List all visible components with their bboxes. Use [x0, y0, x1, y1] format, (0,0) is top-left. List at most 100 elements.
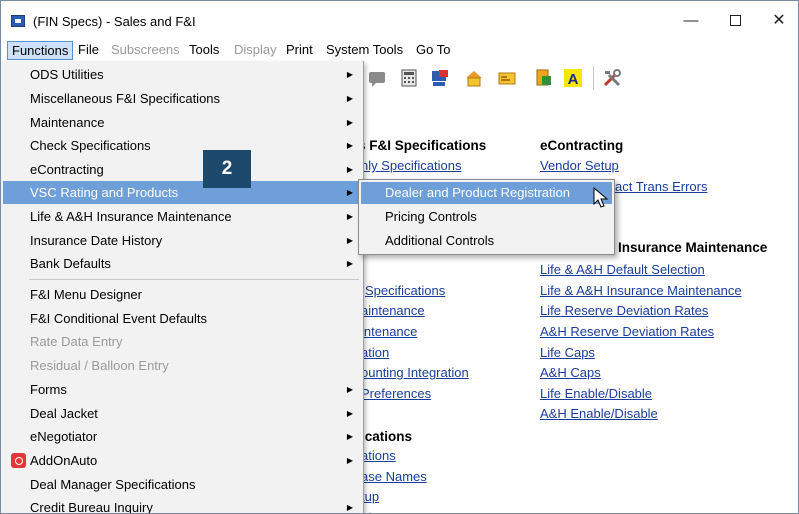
link-maintenance-a[interactable]: aintenance — [361, 303, 425, 318]
vsc-submenu: Dealer and Product Registration Pricing … — [358, 179, 615, 255]
functions-dropdown-menu: ODS Utilities ▶ Miscellaneous F&I Specifi… — [1, 61, 364, 514]
link-setup-b[interactable]: etup — [361, 509, 386, 513]
menu-item-insurance-date-history[interactable]: Insurance Date History ▶ — [3, 229, 361, 252]
link-accounting-integration[interactable]: ounting Integration — [361, 365, 469, 380]
submenu-item-dealer-and-product-registration[interactable]: Dealer and Product Registration — [361, 182, 612, 204]
link-vendor-setup[interactable]: Vendor Setup — [540, 158, 619, 173]
minimize-button[interactable]: — — [677, 9, 705, 33]
menu-item-forms[interactable]: Forms ▶ — [3, 378, 361, 401]
menu-item-life-ah-insurance-maintenance[interactable]: Life & A&H Insurance Maintenance ▶ — [3, 205, 361, 228]
font-highlight-icon[interactable]: A — [563, 68, 583, 88]
link-life-reserve-deviation-rates[interactable]: Life Reserve Deviation Rates — [540, 303, 708, 318]
chat-icon[interactable] — [367, 68, 387, 88]
menu-item-label: Deal Jacket — [30, 406, 98, 421]
submenu-arrow-icon: ▶ — [346, 212, 353, 221]
link-ah-caps[interactable]: A&H Caps — [540, 365, 601, 380]
submenu-arrow-icon: ▶ — [346, 94, 353, 103]
link-life-caps[interactable]: Life Caps — [540, 345, 595, 360]
menu-item-fi-conditional-event-defaults[interactable]: F&I Conditional Event Defaults — [3, 307, 361, 330]
submenu-arrow-icon: ▶ — [346, 503, 353, 512]
menu-print[interactable]: Print — [282, 41, 317, 60]
title-bar: (FIN Specs) - Sales and F&I — ✕ — [1, 1, 798, 39]
flag-icon[interactable] — [430, 68, 450, 88]
link-specifications[interactable]: Specifications — [365, 283, 445, 298]
menu-subscreens[interactable]: Subscreens — [107, 41, 184, 60]
menu-item-label: Life & A&H Insurance Maintenance — [30, 209, 232, 224]
link-only-specifications[interactable]: nly Specifications — [361, 158, 461, 173]
submenu-item-pricing-controls[interactable]: Pricing Controls — [361, 206, 612, 228]
step-number-badge: 2 — [203, 150, 251, 188]
card-icon[interactable] — [497, 68, 517, 88]
submenu-arrow-icon: ▶ — [346, 236, 353, 245]
menu-bar: Functions File Subscreens Tools Display … — [1, 39, 798, 61]
link-preferences[interactable]: Preferences — [361, 386, 431, 401]
menu-go-to[interactable]: Go To — [412, 41, 454, 60]
calculator-icon[interactable] — [399, 68, 419, 88]
link-maintenance-b[interactable]: intenance — [361, 324, 417, 339]
menu-functions[interactable]: Functions — [7, 41, 74, 60]
menu-item-fi-menu-designer[interactable]: F&I Menu Designer — [3, 283, 361, 306]
home-icon[interactable] — [464, 68, 484, 88]
menu-item-vsc-rating-and-products[interactable]: VSC Rating and Products ▶ — [3, 181, 361, 204]
submenu-arrow-icon: ▶ — [346, 188, 353, 197]
menu-file[interactable]: File — [74, 41, 103, 60]
menu-item-misc-fi-specifications[interactable]: Miscellaneous F&I Specifications ▶ — [3, 87, 361, 110]
menu-system-tools[interactable]: System Tools — [322, 41, 407, 60]
addonauto-icon — [11, 453, 26, 468]
menu-item-label: Forms — [30, 382, 67, 397]
menu-item-addonauto[interactable]: AddOnAuto ▶ — [3, 449, 361, 472]
svg-text:A: A — [568, 71, 579, 88]
menu-item-enegotiator[interactable]: eNegotiator ▶ — [3, 425, 361, 448]
mouse-pointer-icon — [593, 187, 609, 208]
link-life-ah-default-selection[interactable]: Life & A&H Default Selection — [540, 262, 705, 277]
menu-item-label: VSC Rating and Products — [30, 185, 179, 200]
submenu-arrow-icon: ▶ — [346, 141, 353, 150]
menu-item-credit-bureau-inquiry[interactable]: Credit Bureau Inquiry ▶ — [3, 496, 361, 514]
menu-item-label: Insurance Date History — [30, 233, 163, 248]
menu-item-bank-defaults[interactable]: Bank Defaults ▶ — [3, 252, 361, 275]
document-icon[interactable] — [533, 68, 553, 88]
menu-item-label: Check Specifications — [30, 138, 151, 153]
menu-item-label: Maintenance — [30, 115, 105, 130]
link-life-enable-disable[interactable]: Life Enable/Disable — [540, 386, 652, 401]
link-ah-enable-disable[interactable]: A&H Enable/Disable — [540, 406, 658, 421]
link-life-ah-insurance-maintenance[interactable]: Life & A&H Insurance Maintenance — [540, 283, 742, 298]
link-contract-trans-errors[interactable]: act Trans Errors — [615, 179, 707, 194]
menu-item-label: ODS Utilities — [30, 67, 104, 82]
menu-separator — [29, 279, 359, 280]
menu-item-label: Credit Bureau Inquiry — [30, 500, 153, 514]
menu-item-ods-utilities[interactable]: ODS Utilities ▶ — [3, 63, 361, 86]
link-lease-names[interactable]: ase Names — [361, 469, 427, 484]
app-icon — [11, 15, 25, 27]
menu-item-rate-data-entry: Rate Data Entry — [30, 334, 123, 349]
submenu-arrow-icon: ▶ — [346, 118, 353, 127]
maximize-button[interactable] — [721, 9, 749, 33]
tools-icon[interactable] — [602, 68, 622, 88]
window-title: (FIN Specs) - Sales and F&I — [33, 14, 196, 29]
link-ations[interactable]: ations — [361, 448, 396, 463]
heading-insurance-maintenance: Insurance Maintenance — [618, 240, 768, 255]
menu-item-check-specifications[interactable]: Check Specifications ▶ — [3, 134, 361, 157]
menu-item-econtracting[interactable]: eContracting ▶ — [3, 158, 361, 181]
heading-econtracting: eContracting — [540, 138, 624, 153]
close-button[interactable]: ✕ — [765, 9, 793, 33]
submenu-arrow-icon: ▶ — [346, 259, 353, 268]
link-ah-reserve-deviation-rates[interactable]: A&H Reserve Deviation Rates — [540, 324, 714, 339]
menu-item-residual-balloon-entry: Residual / Balloon Entry — [30, 358, 169, 373]
menu-display[interactable]: Display — [230, 41, 281, 60]
submenu-arrow-icon: ▶ — [346, 70, 353, 79]
menu-item-deal-jacket[interactable]: Deal Jacket ▶ — [3, 402, 361, 425]
menu-item-label: Bank Defaults — [30, 256, 111, 271]
menu-item-maintenance[interactable]: Maintenance ▶ — [3, 111, 361, 134]
link-ation[interactable]: ation — [361, 345, 389, 360]
menu-item-label: AddOnAuto — [30, 453, 98, 468]
heading-applications: ications — [361, 429, 413, 444]
heading-misc-fi-specs: s F&I Specifications — [358, 138, 487, 153]
app-window: (FIN Specs) - Sales and F&I — ✕ Function… — [0, 0, 799, 514]
menu-tools[interactable]: Tools — [185, 41, 223, 60]
menu-item-label: eContracting — [30, 162, 104, 177]
submenu-item-additional-controls[interactable]: Additional Controls — [361, 230, 612, 252]
menu-item-deal-manager-specifications[interactable]: Deal Manager Specifications — [3, 473, 361, 496]
submenu-arrow-icon: ▶ — [346, 456, 353, 465]
submenu-arrow-icon: ▶ — [346, 385, 353, 394]
